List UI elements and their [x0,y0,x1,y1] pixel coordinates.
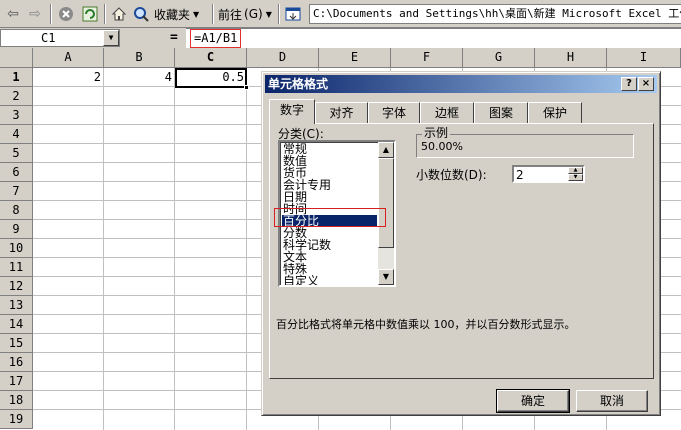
tab-patterns[interactable]: 图案 [474,102,528,123]
column-header[interactable]: I [607,48,681,68]
row-header[interactable]: 8 [0,201,33,220]
column-header[interactable]: H [535,48,607,68]
address-field[interactable]: C:\Documents and Settings\hh\桌面\新建 Micro… [309,4,681,24]
row-header[interactable]: 13 [0,296,33,315]
formula-input[interactable]: =A1/B1 [186,28,681,48]
spin-down-icon[interactable]: ▼ [568,174,583,181]
name-box[interactable]: C1 ▼ [0,29,120,47]
formula-text: =A1/B1 [190,29,242,48]
sample-label: 示例 [422,124,451,141]
spin-up-icon[interactable]: ▲ [568,167,583,174]
row-header[interactable]: 19 [0,410,33,429]
chevron-down-icon[interactable]: ▼ [103,30,119,46]
chevron-down-icon: ▼ [265,9,272,19]
row-header[interactable]: 14 [0,315,33,334]
row-header[interactable]: 4 [0,125,33,144]
address-bar-icon[interactable] [283,4,303,24]
search-icon[interactable] [131,4,151,24]
column-header[interactable]: B [104,48,175,68]
dialog-titlebar[interactable]: 单元格格式 ? × [265,75,657,93]
back-arrow-icon[interactable]: ⇦ [4,4,22,24]
scroll-up-icon[interactable]: ▲ [378,142,394,158]
column-header[interactable]: F [391,48,463,68]
row-header[interactable]: 10 [0,239,33,258]
tab-border[interactable]: 边框 [420,102,474,123]
help-button[interactable]: ? [621,77,637,91]
column-header[interactable]: G [463,48,535,68]
ok-button[interactable]: 确定 [496,389,570,413]
row-header[interactable]: 1 [0,68,33,87]
row-header[interactable]: 5 [0,144,33,163]
forward-arrow-icon[interactable]: ⇨ [26,4,44,24]
sample-value: 50.00% [421,140,463,153]
row-header[interactable]: 17 [0,372,33,391]
format-description: 百分比格式将单元格中数值乘以 100，并以百分数形式显示。 [276,318,576,331]
formula-bar: C1 ▼ = =A1/B1 [0,28,681,48]
home-icon[interactable] [109,4,129,24]
decimal-places-label: 小数位数(D): [416,168,487,182]
refresh-icon[interactable] [80,4,100,24]
row-header[interactable]: 6 [0,163,33,182]
row-header[interactable]: 7 [0,182,33,201]
scroll-down-icon[interactable]: ▼ [378,269,394,285]
tab-number[interactable]: 数字 [269,99,315,124]
format-cells-dialog: 单元格格式 ? × 数字 对齐 字体 边框 图案 保护 分类(C): 常规 数值… [261,71,661,416]
column-header[interactable]: D [247,48,319,68]
chevron-down-icon: ▼ [193,9,200,19]
row-header[interactable]: 16 [0,353,33,372]
row-header[interactable]: 12 [0,277,33,296]
cell-selection-border [175,68,249,90]
tab-protection[interactable]: 保护 [528,102,582,123]
goto-button[interactable]: 前往 (G) ▼ [218,4,272,24]
row-header[interactable]: 15 [0,334,33,353]
browser-toolbar: ⇦ ⇨ 收藏夹 ▼ 前往 (G) ▼ C:\Documents and Setting… [0,0,681,28]
tab-alignment[interactable]: 对齐 [315,102,368,123]
fill-handle[interactable] [244,85,249,90]
decimal-places-stepper[interactable]: 2 ▲ ▼ [512,165,585,183]
cell-a1[interactable]: 2 [33,68,104,87]
tab-font[interactable]: 字体 [368,102,420,123]
stop-icon[interactable] [56,4,76,24]
equals-sign: = [170,30,178,45]
list-item[interactable]: 自定义 [282,275,319,285]
row-header[interactable]: 11 [0,258,33,277]
dialog-title: 单元格格式 [268,77,329,91]
favorites-button[interactable]: 收藏夹 ▼ [154,4,199,24]
select-all-corner[interactable] [0,48,33,68]
highlight-box [274,208,386,227]
row-header[interactable]: 2 [0,87,33,106]
row-header[interactable]: 3 [0,106,33,125]
cancel-button[interactable]: 取消 [576,390,648,412]
row-header[interactable]: 9 [0,220,33,239]
decimal-places-value: 2 [516,168,524,182]
column-header[interactable]: A [33,48,104,68]
scroll-thumb[interactable] [378,158,394,248]
column-header[interactable]: C [175,48,247,68]
close-button[interactable]: × [638,77,654,91]
cell-b1[interactable]: 4 [104,68,175,87]
row-header[interactable]: 18 [0,391,33,410]
column-header[interactable]: E [319,48,391,68]
